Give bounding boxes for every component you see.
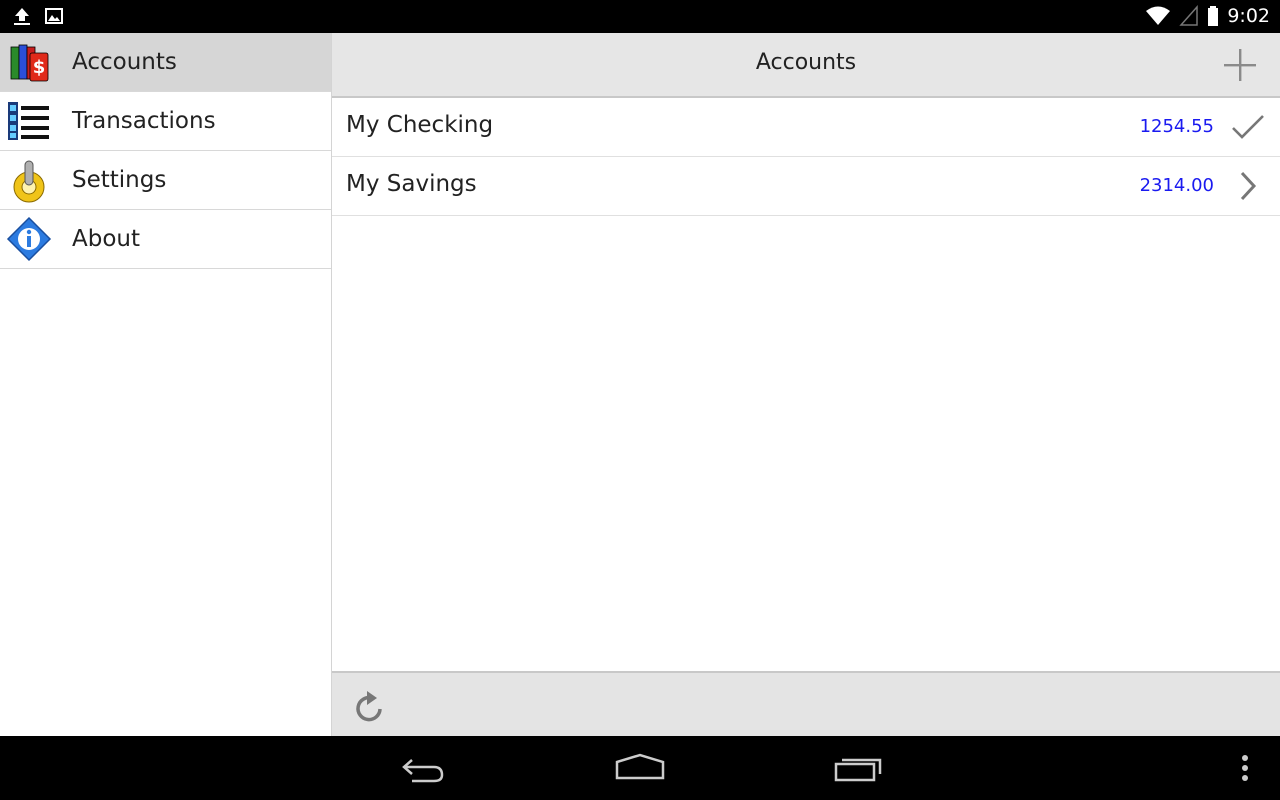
sidebar-item-label: Transactions [72, 108, 216, 134]
sidebar-item-transactions[interactable]: Transactions [0, 92, 331, 151]
status-bar: 9:02 [0, 0, 1280, 33]
page-title: Accounts [755, 50, 857, 75]
overflow-menu-icon[interactable] [1230, 750, 1260, 786]
account-balance: 2314.00 [1139, 175, 1214, 196]
account-name: My Checking [346, 112, 494, 138]
recent-apps-icon[interactable] [828, 750, 888, 786]
bottom-toolbar [332, 671, 1280, 738]
sidebar-item-settings[interactable]: Settings [0, 151, 331, 210]
image-icon [45, 8, 63, 24]
transactions-list-icon [8, 102, 49, 140]
main-panel: Accounts My Checking 1254.55 My Savings … [332, 33, 1280, 738]
check-icon [1232, 115, 1264, 139]
navigation-bar [0, 736, 1280, 800]
clock: 9:02 [1227, 5, 1270, 27]
signal-icon [1179, 5, 1199, 26]
sidebar: $ Accounts Transactions Settings About [0, 33, 332, 736]
add-account-button[interactable] [1222, 47, 1258, 83]
wifi-icon [1146, 6, 1171, 25]
accounts-books-icon: $ [10, 44, 49, 82]
chevron-right-icon [1240, 171, 1257, 201]
info-icon [6, 216, 52, 262]
accounts-list: My Checking 1254.55 My Savings 2314.00 [332, 98, 1280, 216]
home-icon[interactable] [610, 750, 670, 786]
account-balance: 1254.55 [1139, 116, 1214, 137]
account-row-checking[interactable]: My Checking 1254.55 [332, 98, 1280, 157]
battery-icon [1208, 6, 1219, 26]
account-row-savings[interactable]: My Savings 2314.00 [332, 157, 1280, 216]
sidebar-item-about[interactable]: About [0, 210, 331, 269]
sidebar-item-label: Settings [72, 167, 167, 193]
refresh-button[interactable] [352, 685, 388, 725]
sidebar-item-label: Accounts [72, 49, 177, 75]
action-bar: Accounts [332, 33, 1280, 98]
sidebar-item-accounts[interactable]: $ Accounts [0, 33, 331, 92]
sidebar-item-label: About [72, 226, 141, 252]
back-icon[interactable] [394, 750, 454, 786]
svg-text:$: $ [33, 57, 46, 78]
account-name: My Savings [346, 171, 477, 197]
upload-icon [14, 8, 30, 25]
settings-gear-icon [13, 160, 45, 203]
